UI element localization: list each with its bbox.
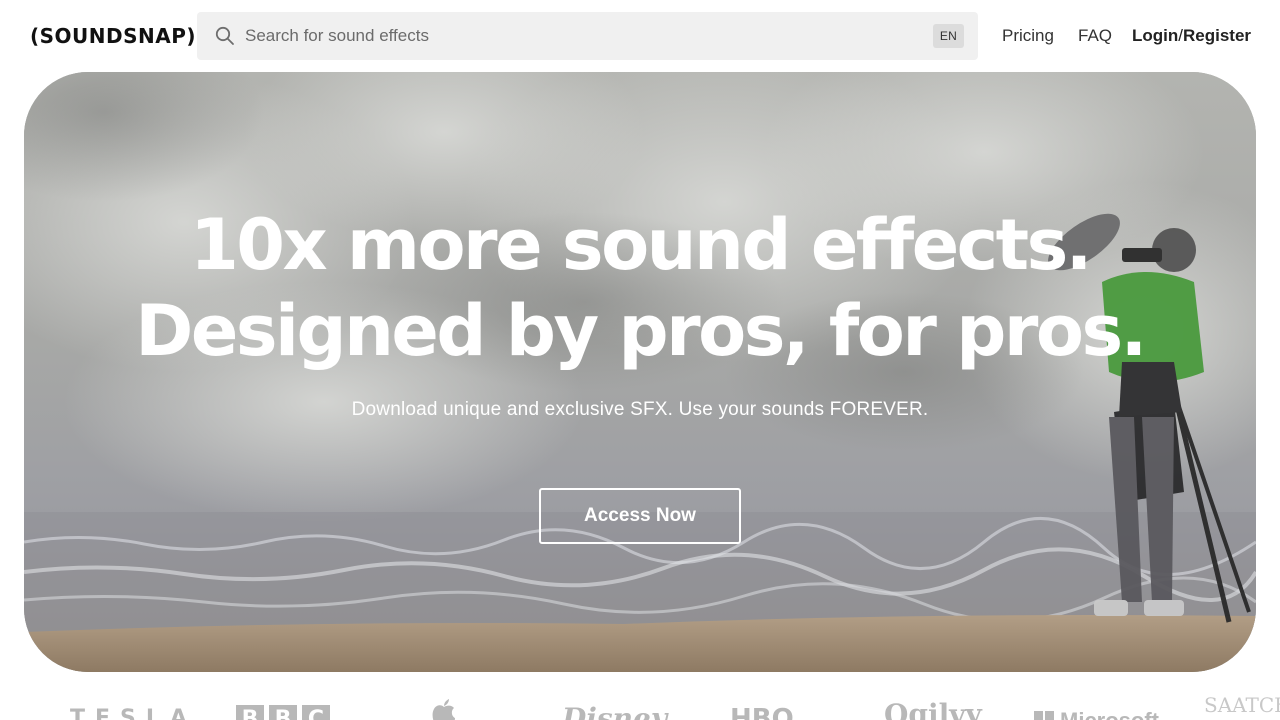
microsoft-logo: Microsoft	[1034, 706, 1159, 720]
hero-banner: 10x more sound effects. Designed by pros…	[24, 72, 1256, 672]
hero-headline: 10x more sound effects. Designed by pros…	[24, 202, 1256, 374]
hero-headline-line-1: 10x more sound effects.	[190, 204, 1092, 286]
nav-faq-link[interactable]: FAQ	[1078, 24, 1112, 48]
register-link[interactable]: Register	[1183, 26, 1251, 45]
ogilvy-logo: Ogilvy	[884, 698, 982, 720]
tesla-logo: TESLA	[70, 706, 197, 720]
language-selector[interactable]: EN	[933, 24, 964, 48]
search-icon[interactable]	[215, 26, 235, 46]
microsoft-grid-icon	[1034, 711, 1054, 720]
soundsnap-logo[interactable]: (SOUNDSNAP)	[30, 22, 196, 50]
nav-auth: Login/Register	[1132, 24, 1251, 48]
client-logos-strip: TESLA BBC Disney HBO Ogilvy Microsoft SA…	[0, 690, 1280, 720]
hero-subheadline: Download unique and exclusive SFX. Use y…	[351, 399, 929, 420]
bbc-logo: BBC	[236, 704, 335, 720]
bbc-logo-letter-b1: B	[236, 705, 264, 720]
microsoft-logo-text: Microsoft	[1060, 708, 1159, 720]
nav-pricing-link[interactable]: Pricing	[1002, 24, 1054, 48]
hero-headline-line-2: Designed by pros, for pros.	[135, 290, 1147, 372]
login-link[interactable]: Login	[1132, 26, 1178, 45]
disney-logo: Disney	[562, 702, 668, 720]
apple-logo	[432, 699, 455, 720]
site-header: (SOUNDSNAP) EN Pricing FAQ Login/Registe…	[0, 0, 1280, 72]
saatchi-logo: SAATCHI	[1204, 693, 1280, 717]
bbc-logo-letter-c: C	[302, 705, 330, 720]
bbc-logo-letter-b2: B	[269, 705, 297, 720]
hbo-logo: HBO	[730, 704, 794, 720]
search-bar[interactable]: EN	[197, 12, 978, 60]
access-now-button[interactable]: Access Now	[539, 488, 741, 544]
search-input[interactable]	[245, 12, 915, 60]
